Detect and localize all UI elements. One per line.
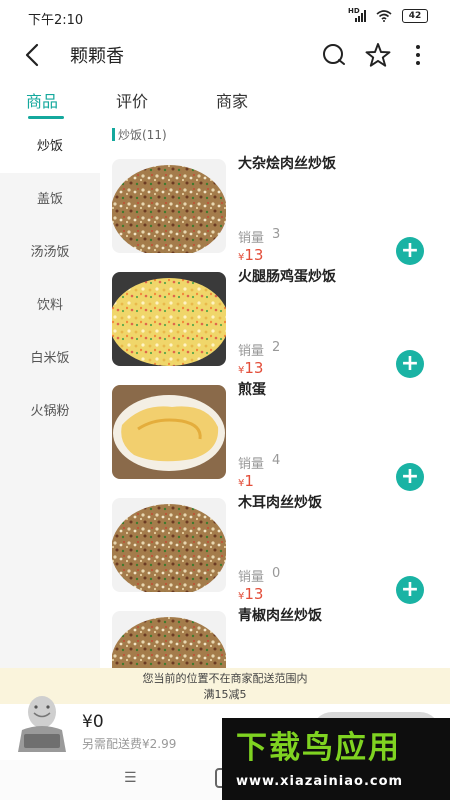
sidebar-item-tangtangfan[interactable]: 汤汤饭 <box>0 226 100 279</box>
add-icon: + <box>400 577 420 602</box>
product-item[interactable]: 煎蛋 销量 4 ¥1 + <box>100 379 450 492</box>
product-sales-count: 0 <box>272 566 281 581</box>
product-list: 炒饭(11) 大杂烩肉丝炒饭 销量 3 ¥13 + 火腿肠鸡蛋炒饭 销量 2 ¥… <box>100 120 450 668</box>
star-icon[interactable] <box>364 41 392 69</box>
add-icon: + <box>400 238 420 263</box>
page-title: 颗颗香 <box>70 46 124 67</box>
product-name: 大杂烩肉丝炒饭 <box>238 156 336 172</box>
product-image <box>112 385 226 479</box>
tab-reviews[interactable]: 评价 <box>116 88 148 112</box>
cart-avatar-icon[interactable] <box>14 690 70 752</box>
product-sales-label: 销量 <box>238 344 265 359</box>
status-time: 下午2:10 <box>28 13 84 28</box>
product-sales-label: 销量 <box>238 231 265 246</box>
sidebar-item-gaifan[interactable]: 盖饭 <box>0 173 100 226</box>
price-value: 1 <box>244 472 254 490</box>
sidebar-item-baimifan[interactable]: 白米饭 <box>0 332 100 385</box>
category-header: 炒饭(11) <box>112 126 167 143</box>
product-price: ¥13 <box>238 359 263 377</box>
add-icon: + <box>400 351 420 376</box>
product-sales-count: 2 <box>272 340 281 355</box>
category-sidebar: 炒饭 盖饭 汤汤饭 饮料 白米饭 火锅粉 <box>0 120 100 668</box>
tab-active-indicator <box>28 116 64 119</box>
product-item[interactable]: 青椒肉丝炒饭 销量 0 ¥13 + <box>100 605 450 668</box>
product-sales-count: 3 <box>272 227 281 242</box>
sidebar-item-chaofan[interactable]: 炒饭 <box>0 120 100 173</box>
product-name: 木耳肉丝炒饭 <box>238 495 322 511</box>
sidebar-item-huoguofen[interactable]: 火锅粉 <box>0 385 100 438</box>
product-image <box>112 611 226 668</box>
add-to-cart-button[interactable]: + <box>396 237 424 265</box>
tab-bar: 商品 评价 商家 <box>0 84 450 120</box>
wifi-icon <box>376 10 392 22</box>
product-name: 煎蛋 <box>238 382 266 398</box>
product-name: 火腿肠鸡蛋炒饭 <box>238 269 336 285</box>
status-bar: 下午2:10 HD 42 <box>0 0 450 32</box>
tab-merchant[interactable]: 商家 <box>216 88 248 112</box>
product-image <box>112 272 226 366</box>
battery-icon: 42 <box>402 9 428 23</box>
price-value: 13 <box>244 585 264 603</box>
tab-products[interactable]: 商品 <box>26 88 58 112</box>
product-sales-label: 销量 <box>238 570 265 585</box>
product-price: ¥13 <box>238 585 263 603</box>
back-arrow-icon[interactable] <box>20 42 46 68</box>
product-item[interactable]: 火腿肠鸡蛋炒饭 销量 2 ¥13 + <box>100 266 450 379</box>
signal-icon: HD <box>348 7 366 22</box>
category-title: 炒饭(11) <box>118 128 167 142</box>
product-price: ¥1 <box>238 472 254 490</box>
product-sales-count: 4 <box>272 453 281 468</box>
watermark-logo: 下载鸟应用 www.xiazainiao.com <box>222 718 450 800</box>
search-icon[interactable] <box>320 41 348 69</box>
add-to-cart-button[interactable]: + <box>396 576 424 604</box>
menu-icon[interactable]: ☰ <box>124 770 137 786</box>
price-value: 13 <box>244 359 264 377</box>
product-image <box>112 498 226 592</box>
more-icon[interactable] <box>408 41 428 69</box>
product-item[interactable]: 大杂烩肉丝炒饭 销量 3 ¥13 + <box>100 153 450 266</box>
product-price: ¥13 <box>238 246 263 264</box>
watermark-title: 下载鸟应用 <box>236 730 401 766</box>
add-to-cart-button[interactable]: + <box>396 350 424 378</box>
add-icon: + <box>400 464 420 489</box>
product-name: 青椒肉丝炒饭 <box>238 608 322 624</box>
top-bar: 颗颗香 <box>0 32 450 76</box>
product-item[interactable]: 木耳肉丝炒饭 销量 0 ¥13 + <box>100 492 450 605</box>
add-to-cart-button[interactable]: + <box>396 463 424 491</box>
product-sales-label: 销量 <box>238 457 265 472</box>
notice-out-of-range: 您当前的位置不在商家配送范围内 <box>142 672 308 685</box>
delivery-fee-note: 另需配送费¥2.99 <box>82 737 177 751</box>
watermark-url: www.xiazainiao.com <box>236 774 404 789</box>
category-marker <box>112 128 115 141</box>
price-value: 13 <box>244 246 264 264</box>
sidebar-item-yinliao[interactable]: 饮料 <box>0 279 100 332</box>
cart-total: ¥0 <box>82 712 104 732</box>
product-image <box>112 159 226 253</box>
status-icons: HD 42 <box>348 7 428 23</box>
